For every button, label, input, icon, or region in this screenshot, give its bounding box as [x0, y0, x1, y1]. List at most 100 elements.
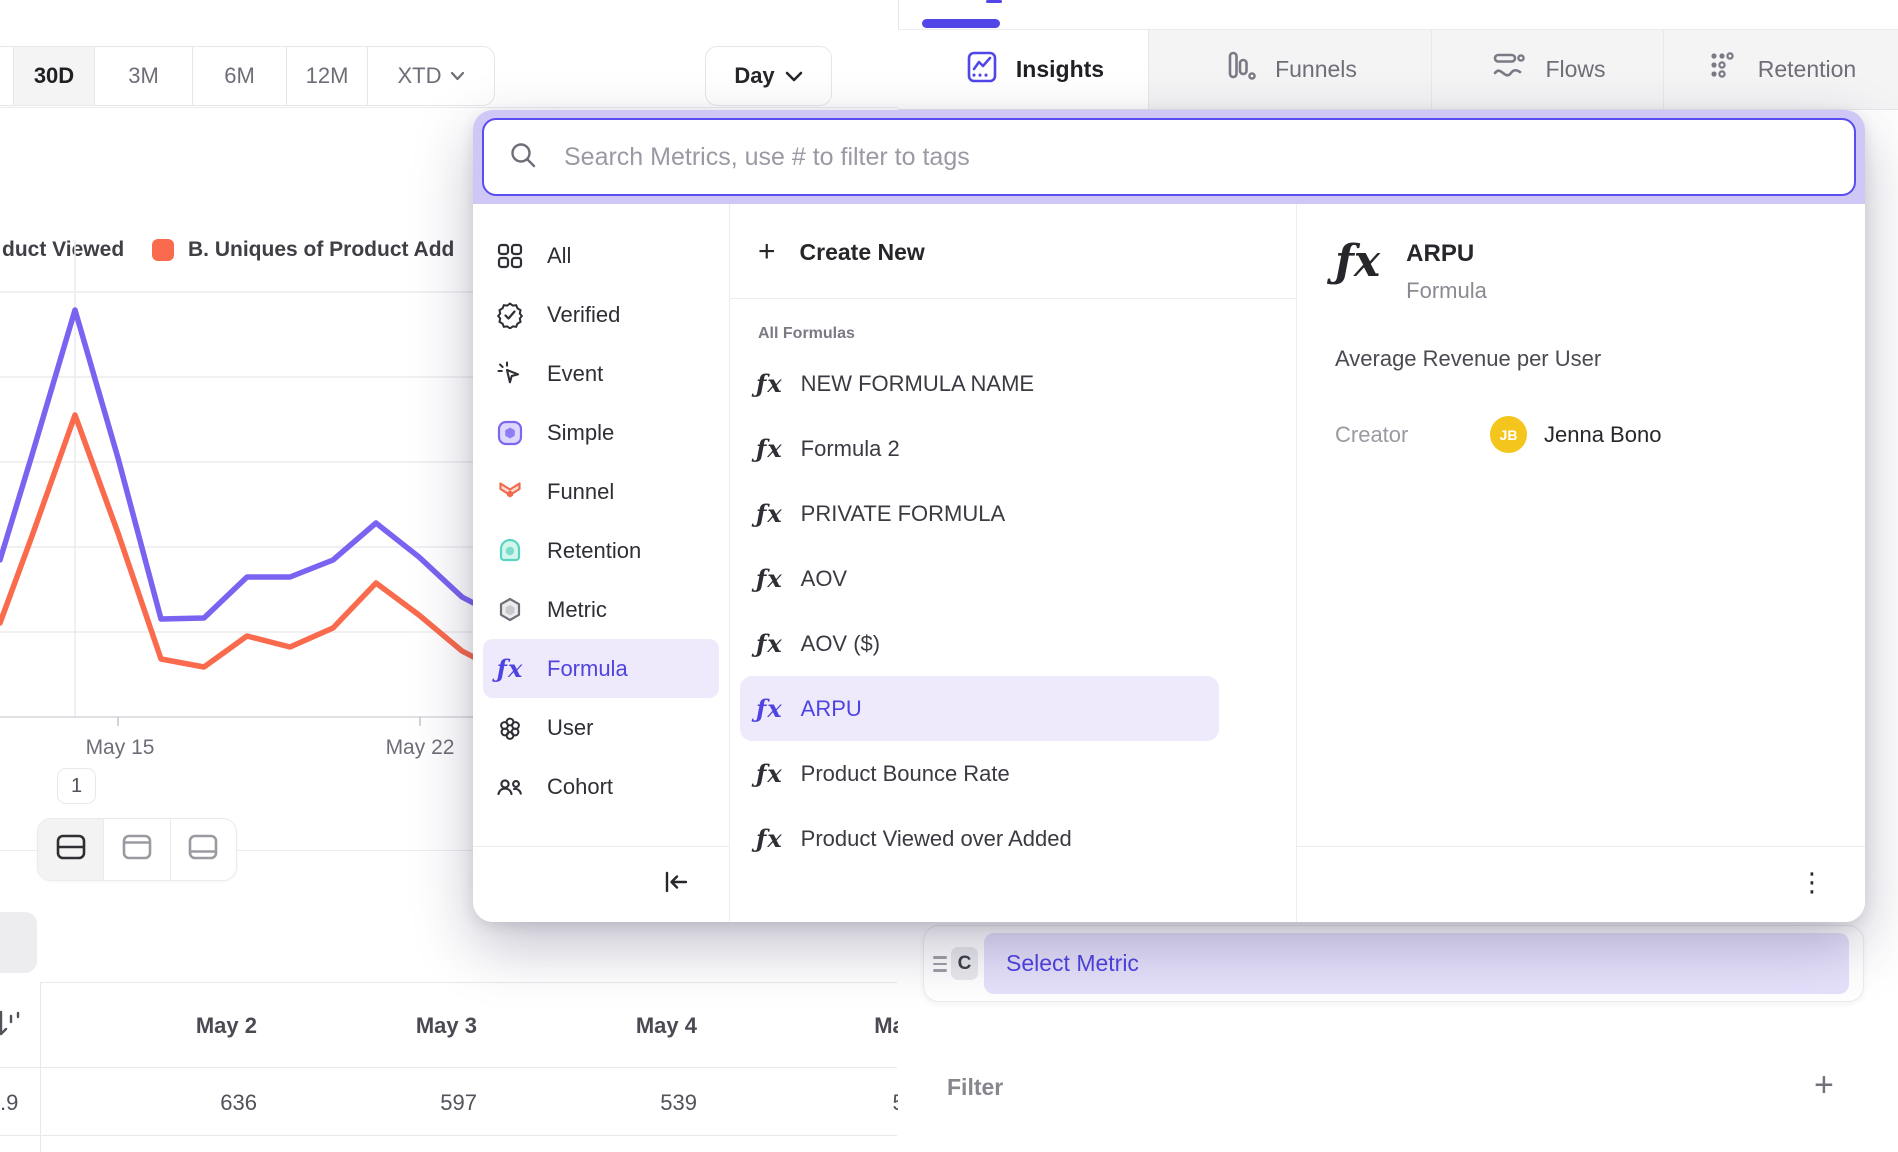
range-button-30d[interactable]: 30D — [13, 47, 94, 105]
select-metric-button[interactable]: Select Metric — [984, 933, 1849, 994]
table-header-divider — [0, 1067, 897, 1068]
panel-bottom-icon — [187, 833, 219, 866]
table-cell: 636 — [57, 1090, 257, 1116]
user-icon — [495, 714, 525, 742]
metric-type-sidebar: AllVerifiedEventSimpleFunnelRetentionMet… — [473, 204, 730, 922]
tab-funnels[interactable]: Funnels — [1148, 30, 1431, 109]
select-metric-label: Select Metric — [1006, 950, 1139, 977]
list-divider — [730, 298, 1296, 299]
creator-row: Creator JB Jenna Bono — [1335, 416, 1865, 453]
sidebar-item-formula[interactable]: ƒxFormula — [483, 639, 719, 698]
formula-list-item[interactable]: ƒxProduct Viewed over Added — [740, 806, 1296, 871]
create-new-label: Create New — [800, 239, 925, 266]
fx-icon: ƒx — [756, 564, 783, 593]
plus-icon: + — [758, 235, 776, 269]
list-section-label: All Formulas — [758, 325, 1296, 343]
layout-toggle-split-horizontal[interactable] — [38, 819, 103, 880]
formula-list-item[interactable]: ƒxNEW FORMULA NAME — [740, 351, 1296, 416]
layout-toggle-panel-top[interactable] — [103, 819, 169, 880]
sidebar-item-funnel[interactable]: Funnel — [483, 462, 719, 521]
sidebar-item-all[interactable]: All — [483, 226, 719, 285]
formula-list-item[interactable]: ƒxProduct Bounce Rate — [740, 741, 1296, 806]
range-button-xtd[interactable]: XTD — [367, 47, 494, 105]
table-col-header: May 4 — [497, 1013, 697, 1039]
detail-title: ARPU — [1406, 240, 1487, 268]
granularity-label: Day — [734, 63, 774, 89]
x-axis-tick-label: May 22 — [386, 736, 455, 759]
filter-section-label: Filter — [947, 1074, 1003, 1101]
table-col-header: May 2 — [57, 1013, 257, 1039]
metric-search-input[interactable]: Search Metrics, use # to filter to tags — [482, 118, 1856, 196]
table-corner-chip — [0, 912, 37, 973]
formula-list-column: + Create New All Formulas ƒxNEW FORMULA … — [730, 204, 1297, 922]
sidebar-item-metric[interactable]: Metric — [483, 580, 719, 639]
fx-icon: ƒx — [756, 369, 783, 398]
series-purple-line — [0, 310, 483, 619]
sidebar-item-retention[interactable]: Retention — [483, 521, 719, 580]
split-horizontal-icon — [55, 833, 87, 866]
panel-top-icon — [121, 833, 153, 866]
formula-list-item[interactable]: ƒxARPU — [740, 676, 1219, 741]
grid-icon — [495, 242, 525, 270]
formula-list-item[interactable]: ƒxAOV — [740, 546, 1296, 611]
kebab-menu-icon[interactable]: ⋮ — [1799, 869, 1825, 895]
formula-fx-icon: ƒx — [1335, 238, 1380, 304]
frozen-column-divider — [40, 982, 41, 1152]
table-col-header: May 3 — [277, 1013, 477, 1039]
event-cursor-icon — [495, 360, 525, 388]
verified-badge-icon — [495, 301, 525, 329]
frozen-cell-partial: .9 — [0, 1090, 18, 1116]
layout-toggle-panel-bottom[interactable] — [170, 819, 236, 880]
metric-icon — [495, 596, 525, 624]
formula-list-item[interactable]: ƒxPRIVATE FORMULA — [740, 481, 1296, 546]
metric-picker-dropdown: Search Metrics, use # to filter to tags … — [473, 110, 1865, 922]
add-filter-button[interactable]: + — [1814, 1066, 1834, 1105]
retention-icon — [495, 537, 525, 565]
detail-type: Formula — [1406, 278, 1487, 304]
creator-label: Creator — [1335, 422, 1490, 448]
sidebar-item-user[interactable]: User — [483, 698, 719, 757]
fx-icon: ƒx — [756, 629, 783, 658]
funnel-icon — [495, 478, 525, 506]
sidebar-item-event[interactable]: Event — [483, 344, 719, 403]
dropdown-body: AllVerifiedEventSimpleFunnelRetentionMet… — [473, 204, 1865, 922]
table-cell: 597 — [277, 1090, 477, 1116]
detail-description: Average Revenue per User — [1335, 346, 1865, 372]
sort-amount-icon[interactable] — [0, 1008, 27, 1045]
metric-detail-panel: ƒx ARPU Formula Average Revenue per User… — [1297, 204, 1865, 922]
formula-list-item[interactable]: ƒxFormula 2 — [740, 416, 1296, 481]
position-badge: C — [951, 947, 978, 980]
fx-icon: ƒx — [756, 694, 783, 723]
range-button-3m[interactable]: 3M — [94, 47, 192, 105]
report-tabbar: InsightsFunnelsFlowsRetention — [898, 30, 1898, 110]
fx-icon: ƒx — [495, 654, 525, 683]
table-cell: 539 — [497, 1090, 697, 1116]
granularity-button[interactable]: Day — [705, 46, 832, 106]
clipped-indicator-mark — [986, 0, 1002, 3]
table-top-border — [40, 982, 897, 983]
drag-handle-icon[interactable] — [933, 952, 947, 976]
tab-flows[interactable]: Flows — [1431, 30, 1663, 109]
sidebar-item-cohort[interactable]: Cohort — [483, 757, 719, 816]
range-button-clipped[interactable] — [0, 47, 13, 105]
sidebar-item-verified[interactable]: Verified — [483, 285, 719, 344]
range-button-6m[interactable]: 6M — [192, 47, 286, 105]
pagination-badge[interactable]: 1 — [57, 768, 96, 804]
search-icon — [508, 140, 538, 175]
range-button-12m[interactable]: 12M — [286, 47, 367, 105]
tab-retention[interactable]: Retention — [1663, 30, 1898, 109]
active-tab-indicator — [922, 19, 1000, 28]
fx-icon: ƒx — [756, 434, 783, 463]
collapse-left-icon[interactable] — [661, 869, 691, 900]
create-new-button[interactable]: + Create New — [730, 224, 1296, 280]
search-focus-ring: Search Metrics, use # to filter to tags — [473, 110, 1865, 204]
x-axis-tick-label: May 15 — [86, 736, 155, 759]
sidebar-footer — [473, 846, 729, 922]
detail-footer: ⋮ — [1297, 846, 1865, 922]
sidebar-item-simple[interactable]: Simple — [483, 403, 719, 462]
table-cell: 59 — [717, 1090, 898, 1116]
fx-icon: ƒx — [756, 499, 783, 528]
date-range-selector: 30D3M6M12MXTD — [0, 46, 495, 106]
formula-list-item[interactable]: ƒxAOV ($) — [740, 611, 1296, 676]
tab-insights[interactable]: Insights — [920, 30, 1148, 109]
